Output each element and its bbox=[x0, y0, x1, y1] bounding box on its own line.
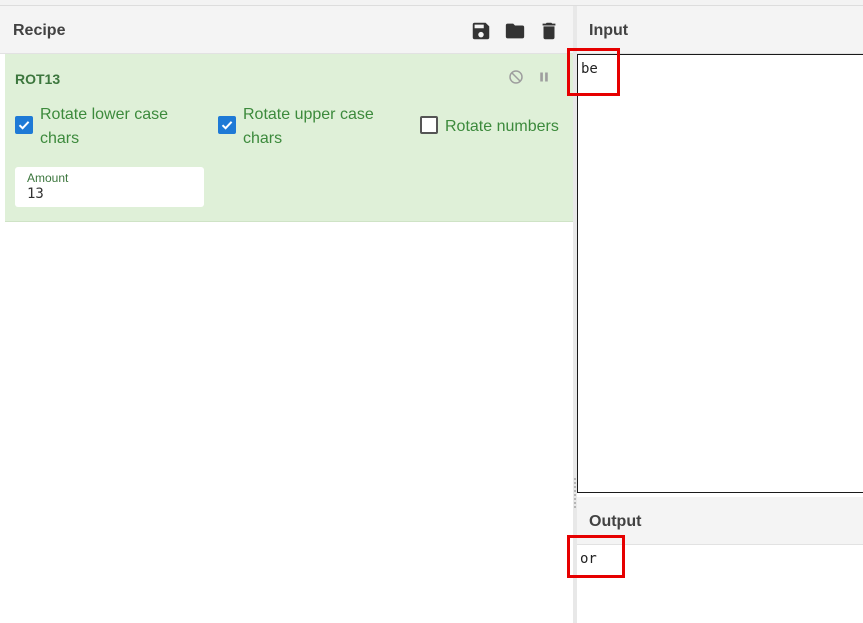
folder-icon[interactable] bbox=[504, 20, 526, 42]
rotate-lower-checkbox[interactable]: Rotate lower case chars bbox=[15, 103, 205, 151]
recipe-header: Recipe bbox=[0, 6, 573, 54]
pause-icon[interactable] bbox=[535, 68, 553, 86]
recipe-title: Recipe bbox=[13, 22, 66, 39]
output-title: Output bbox=[589, 513, 642, 530]
checkbox-checked-icon[interactable] bbox=[15, 116, 33, 134]
disable-icon[interactable] bbox=[507, 68, 525, 86]
rotate-upper-label: Rotate upper case chars bbox=[243, 106, 374, 147]
amount-value[interactable]: 13 bbox=[27, 186, 44, 202]
amount-label: Amount bbox=[27, 171, 69, 185]
rotate-numbers-label: Rotate numbers bbox=[445, 118, 559, 135]
recipe-panel: Recipe ROT13 Rotate lower case chars Rot… bbox=[0, 6, 573, 623]
input-title: Input bbox=[589, 22, 629, 39]
checkbox-unchecked-icon[interactable] bbox=[420, 116, 438, 134]
rotate-lower-label: Rotate lower case chars bbox=[40, 106, 169, 147]
operation-rot13: ROT13 Rotate lower case chars Rotate upp… bbox=[5, 54, 573, 222]
resize-handle[interactable] bbox=[574, 478, 576, 508]
output-highlight-box bbox=[567, 535, 625, 578]
rotate-upper-checkbox[interactable]: Rotate upper case chars bbox=[218, 103, 403, 151]
input-textarea[interactable]: be bbox=[577, 54, 863, 493]
save-icon[interactable] bbox=[470, 20, 492, 42]
amount-field[interactable]: Amount 13 bbox=[15, 167, 204, 207]
rotate-numbers-checkbox[interactable]: Rotate numbers bbox=[420, 115, 570, 139]
input-highlight-box bbox=[567, 48, 620, 96]
input-header: Input bbox=[577, 6, 863, 54]
app-window: Recipe ROT13 Rotate lower case chars Rot… bbox=[0, 0, 863, 623]
trash-icon[interactable] bbox=[538, 20, 560, 42]
checkbox-checked-icon[interactable] bbox=[218, 116, 236, 134]
operation-title: ROT13 bbox=[15, 71, 61, 87]
